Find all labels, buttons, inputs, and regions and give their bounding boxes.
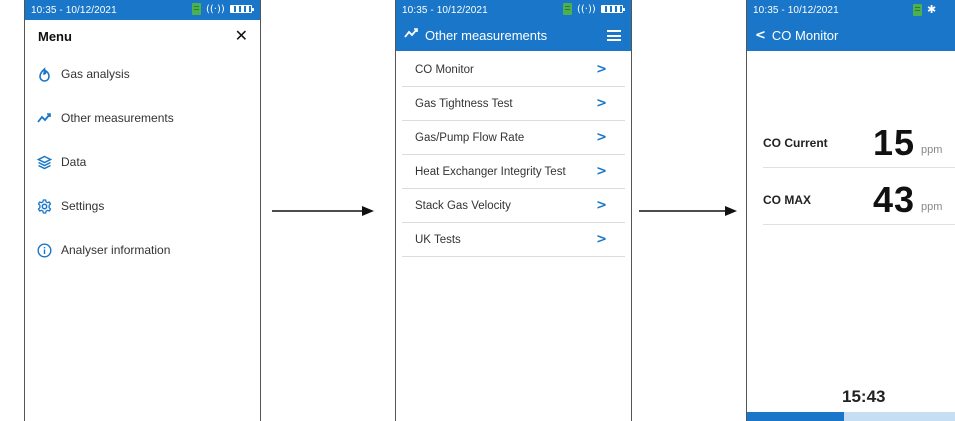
- wireless-icon: ((·)): [577, 3, 596, 15]
- layers-icon: [37, 155, 52, 170]
- status-time: 10:35 - 10/12/2021: [402, 5, 488, 16]
- close-icon[interactable]: ✕: [235, 28, 248, 44]
- menu-item-analyser-information[interactable]: Analyser information: [25, 228, 260, 272]
- other-measurements-screen: 10:35 - 10/12/2021 ((·)) Other measureme…: [395, 0, 632, 421]
- status-icons: ((·)): [192, 3, 254, 15]
- menu-item-settings[interactable]: Settings: [25, 184, 260, 228]
- menu-item-label: Gas analysis: [61, 67, 130, 81]
- status-icons: ((·)): [563, 3, 625, 15]
- menu-item-label: Analyser information: [61, 243, 171, 257]
- reading-unit: ppm: [921, 144, 943, 156]
- status-icons: ✱: [913, 3, 936, 16]
- list-item-gas-pump-flow-rate[interactable]: Gas/Pump Flow Rate >: [402, 121, 625, 155]
- chevron-right-icon: >: [596, 164, 607, 179]
- trend-icon: [37, 111, 52, 126]
- menu-item-data[interactable]: Data: [25, 140, 260, 184]
- gear-icon: [37, 198, 52, 214]
- co-monitor-screen: 10:35 - 10/12/2021 ✱ < CO Monitor CO Cur…: [746, 0, 955, 421]
- menu-screen: 10:35 - 10/12/2021 ((·)) Menu ✕ Gas anal…: [24, 0, 261, 421]
- chevron-right-icon: >: [596, 130, 607, 145]
- list-item-label: Gas/Pump Flow Rate: [415, 131, 525, 144]
- flame-icon: [37, 66, 52, 82]
- menu-header: Menu ✕: [25, 20, 260, 52]
- reading-value: 15: [873, 122, 916, 163]
- menu-item-label: Data: [61, 155, 87, 169]
- reading-co-max: CO MAX 43 ppm: [763, 176, 955, 225]
- status-time: 10:35 - 10/12/2021: [31, 5, 117, 16]
- chevron-right-icon: >: [596, 62, 607, 77]
- chevron-right-icon: >: [596, 96, 607, 111]
- battery-icon: [913, 3, 922, 16]
- menu-item-label: Settings: [61, 199, 105, 213]
- list-item-label: UK Tests: [415, 233, 461, 246]
- reading-unit: ppm: [921, 201, 943, 213]
- list-item-gas-tightness-test[interactable]: Gas Tightness Test >: [402, 87, 625, 121]
- app-bar: Other measurements: [396, 20, 631, 51]
- reading-value: 43: [873, 179, 916, 220]
- page-title: Other measurements: [425, 28, 548, 43]
- status-bar: 10:35 - 10/12/2021 ✱: [747, 0, 955, 20]
- progress-fill: [747, 412, 844, 421]
- list-item-uk-tests[interactable]: UK Tests >: [402, 223, 625, 257]
- battery-icon: [192, 3, 201, 15]
- list-item-label: Stack Gas Velocity: [415, 199, 511, 212]
- chevron-right-icon: >: [596, 198, 607, 213]
- page-title: CO Monitor: [771, 28, 839, 43]
- battery-icon: [563, 3, 572, 15]
- power-level-icon: [600, 5, 625, 13]
- menu-item-other-measurements[interactable]: Other measurements: [25, 96, 260, 140]
- menu-item-label: Other measurements: [61, 111, 174, 125]
- trend-icon: [404, 27, 419, 45]
- list-item-stack-gas-velocity[interactable]: Stack Gas Velocity >: [402, 189, 625, 223]
- menu-title: Menu: [38, 28, 72, 44]
- list-item-heat-exchanger-integrity-test[interactable]: Heat Exchanger Integrity Test >: [402, 155, 625, 189]
- reading-label: CO Current: [763, 136, 828, 150]
- elapsed-timer: 15:43: [842, 387, 886, 406]
- list-item-co-monitor[interactable]: CO Monitor >: [402, 53, 625, 87]
- wireless-icon: ((·)): [206, 3, 225, 15]
- power-level-icon: [229, 5, 254, 13]
- menu-item-gas-analysis[interactable]: Gas analysis: [25, 52, 260, 96]
- list-item-label: CO Monitor: [415, 63, 474, 76]
- list-item-label: Gas Tightness Test: [415, 97, 513, 110]
- list-item-label: Heat Exchanger Integrity Test: [415, 165, 566, 178]
- info-icon: [37, 242, 52, 258]
- hamburger-menu-icon[interactable]: [607, 30, 621, 41]
- status-bar: 10:35 - 10/12/2021 ((·)): [25, 0, 260, 20]
- reading-co-current: CO Current 15 ppm: [763, 119, 955, 168]
- reading-label: CO MAX: [763, 193, 811, 207]
- back-icon[interactable]: <: [755, 28, 766, 43]
- chevron-right-icon: >: [596, 232, 607, 247]
- progress-bar: [747, 412, 955, 421]
- status-bar: 10:35 - 10/12/2021 ((·)): [396, 0, 631, 20]
- flow-arrow-1: [272, 206, 374, 216]
- app-bar: < CO Monitor: [747, 20, 955, 51]
- bluetooth-icon: ✱: [927, 3, 937, 16]
- status-time: 10:35 - 10/12/2021: [753, 5, 839, 16]
- flow-arrow-2: [639, 206, 737, 216]
